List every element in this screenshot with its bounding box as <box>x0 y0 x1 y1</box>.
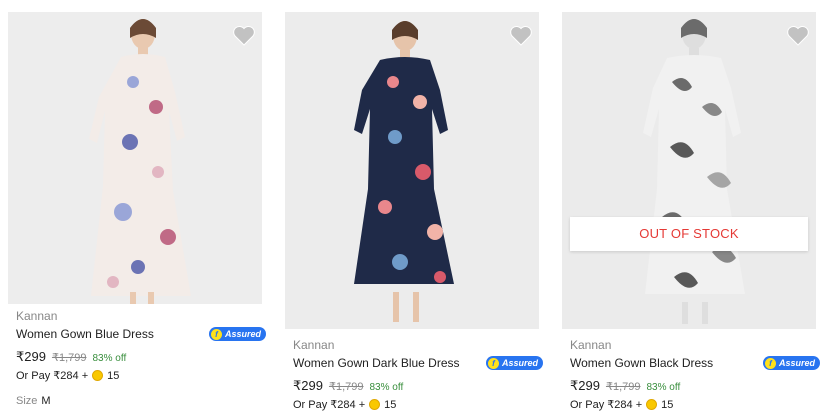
assured-badge: f Assured <box>485 356 543 370</box>
discount-label: 83% off <box>92 353 127 364</box>
heart-icon[interactable] <box>509 24 533 46</box>
mrp-price: ₹1,799 <box>51 352 87 364</box>
supercoin-offer: Or Pay ₹284 + 15 <box>570 398 674 412</box>
brand-name: Kannan <box>293 338 335 352</box>
supercoin-icon <box>369 399 381 410</box>
flipkart-f-icon: f <box>487 357 499 369</box>
flipkart-f-icon: f <box>764 357 776 369</box>
product-photo <box>8 12 262 304</box>
brand-name: Kannan <box>16 309 58 323</box>
product-title[interactable]: Women Gown Dark Blue Dress <box>293 356 460 370</box>
size-info: Size M <box>16 395 51 407</box>
assured-badge: f Assured <box>762 356 820 370</box>
product-image[interactable] <box>285 12 539 329</box>
product-info: Kannan Women Gown Blue Dress f Assured ₹2… <box>16 309 266 407</box>
brand-name: Kannan <box>570 338 612 352</box>
product-photo <box>562 12 816 329</box>
product-image[interactable]: OUT OF STOCK <box>562 12 816 329</box>
product-card[interactable]: Kannan Women Gown Blue Dress f Assured ₹2… <box>0 0 270 413</box>
product-photo <box>285 12 539 329</box>
mrp-price: ₹1,799 <box>605 381 641 393</box>
product-title[interactable]: Women Gown Black Dress <box>570 356 713 370</box>
selling-price: ₹299 <box>293 378 323 393</box>
product-info: Kannan Women Gown Dark Blue Dress f Assur… <box>293 338 543 411</box>
product-card[interactable]: OUT OF STOCK Kannan Women Gown Black Dre… <box>554 0 824 413</box>
supercoin-offer: Or Pay ₹284 + 15 <box>293 398 397 412</box>
product-image[interactable] <box>8 12 262 304</box>
mrp-price: ₹1,799 <box>328 381 364 393</box>
selling-price: ₹299 <box>16 349 46 364</box>
out-of-stock-banner: OUT OF STOCK <box>570 217 808 251</box>
supercoin-icon <box>646 399 658 410</box>
product-card[interactable]: Kannan Women Gown Dark Blue Dress f Assur… <box>277 0 547 413</box>
product-title[interactable]: Women Gown Blue Dress <box>16 327 154 341</box>
supercoin-offer: Or Pay ₹284 + 15 <box>16 369 120 383</box>
heart-icon[interactable] <box>232 24 256 46</box>
product-info: Kannan Women Gown Black Dress f Assured ₹… <box>570 338 820 411</box>
discount-label: 83% off <box>646 382 681 393</box>
discount-label: 83% off <box>369 382 404 393</box>
supercoin-icon <box>92 370 104 381</box>
flipkart-f-icon: f <box>210 328 222 340</box>
heart-icon[interactable] <box>786 24 810 46</box>
selling-price: ₹299 <box>570 378 600 393</box>
assured-badge: f Assured <box>208 327 266 341</box>
